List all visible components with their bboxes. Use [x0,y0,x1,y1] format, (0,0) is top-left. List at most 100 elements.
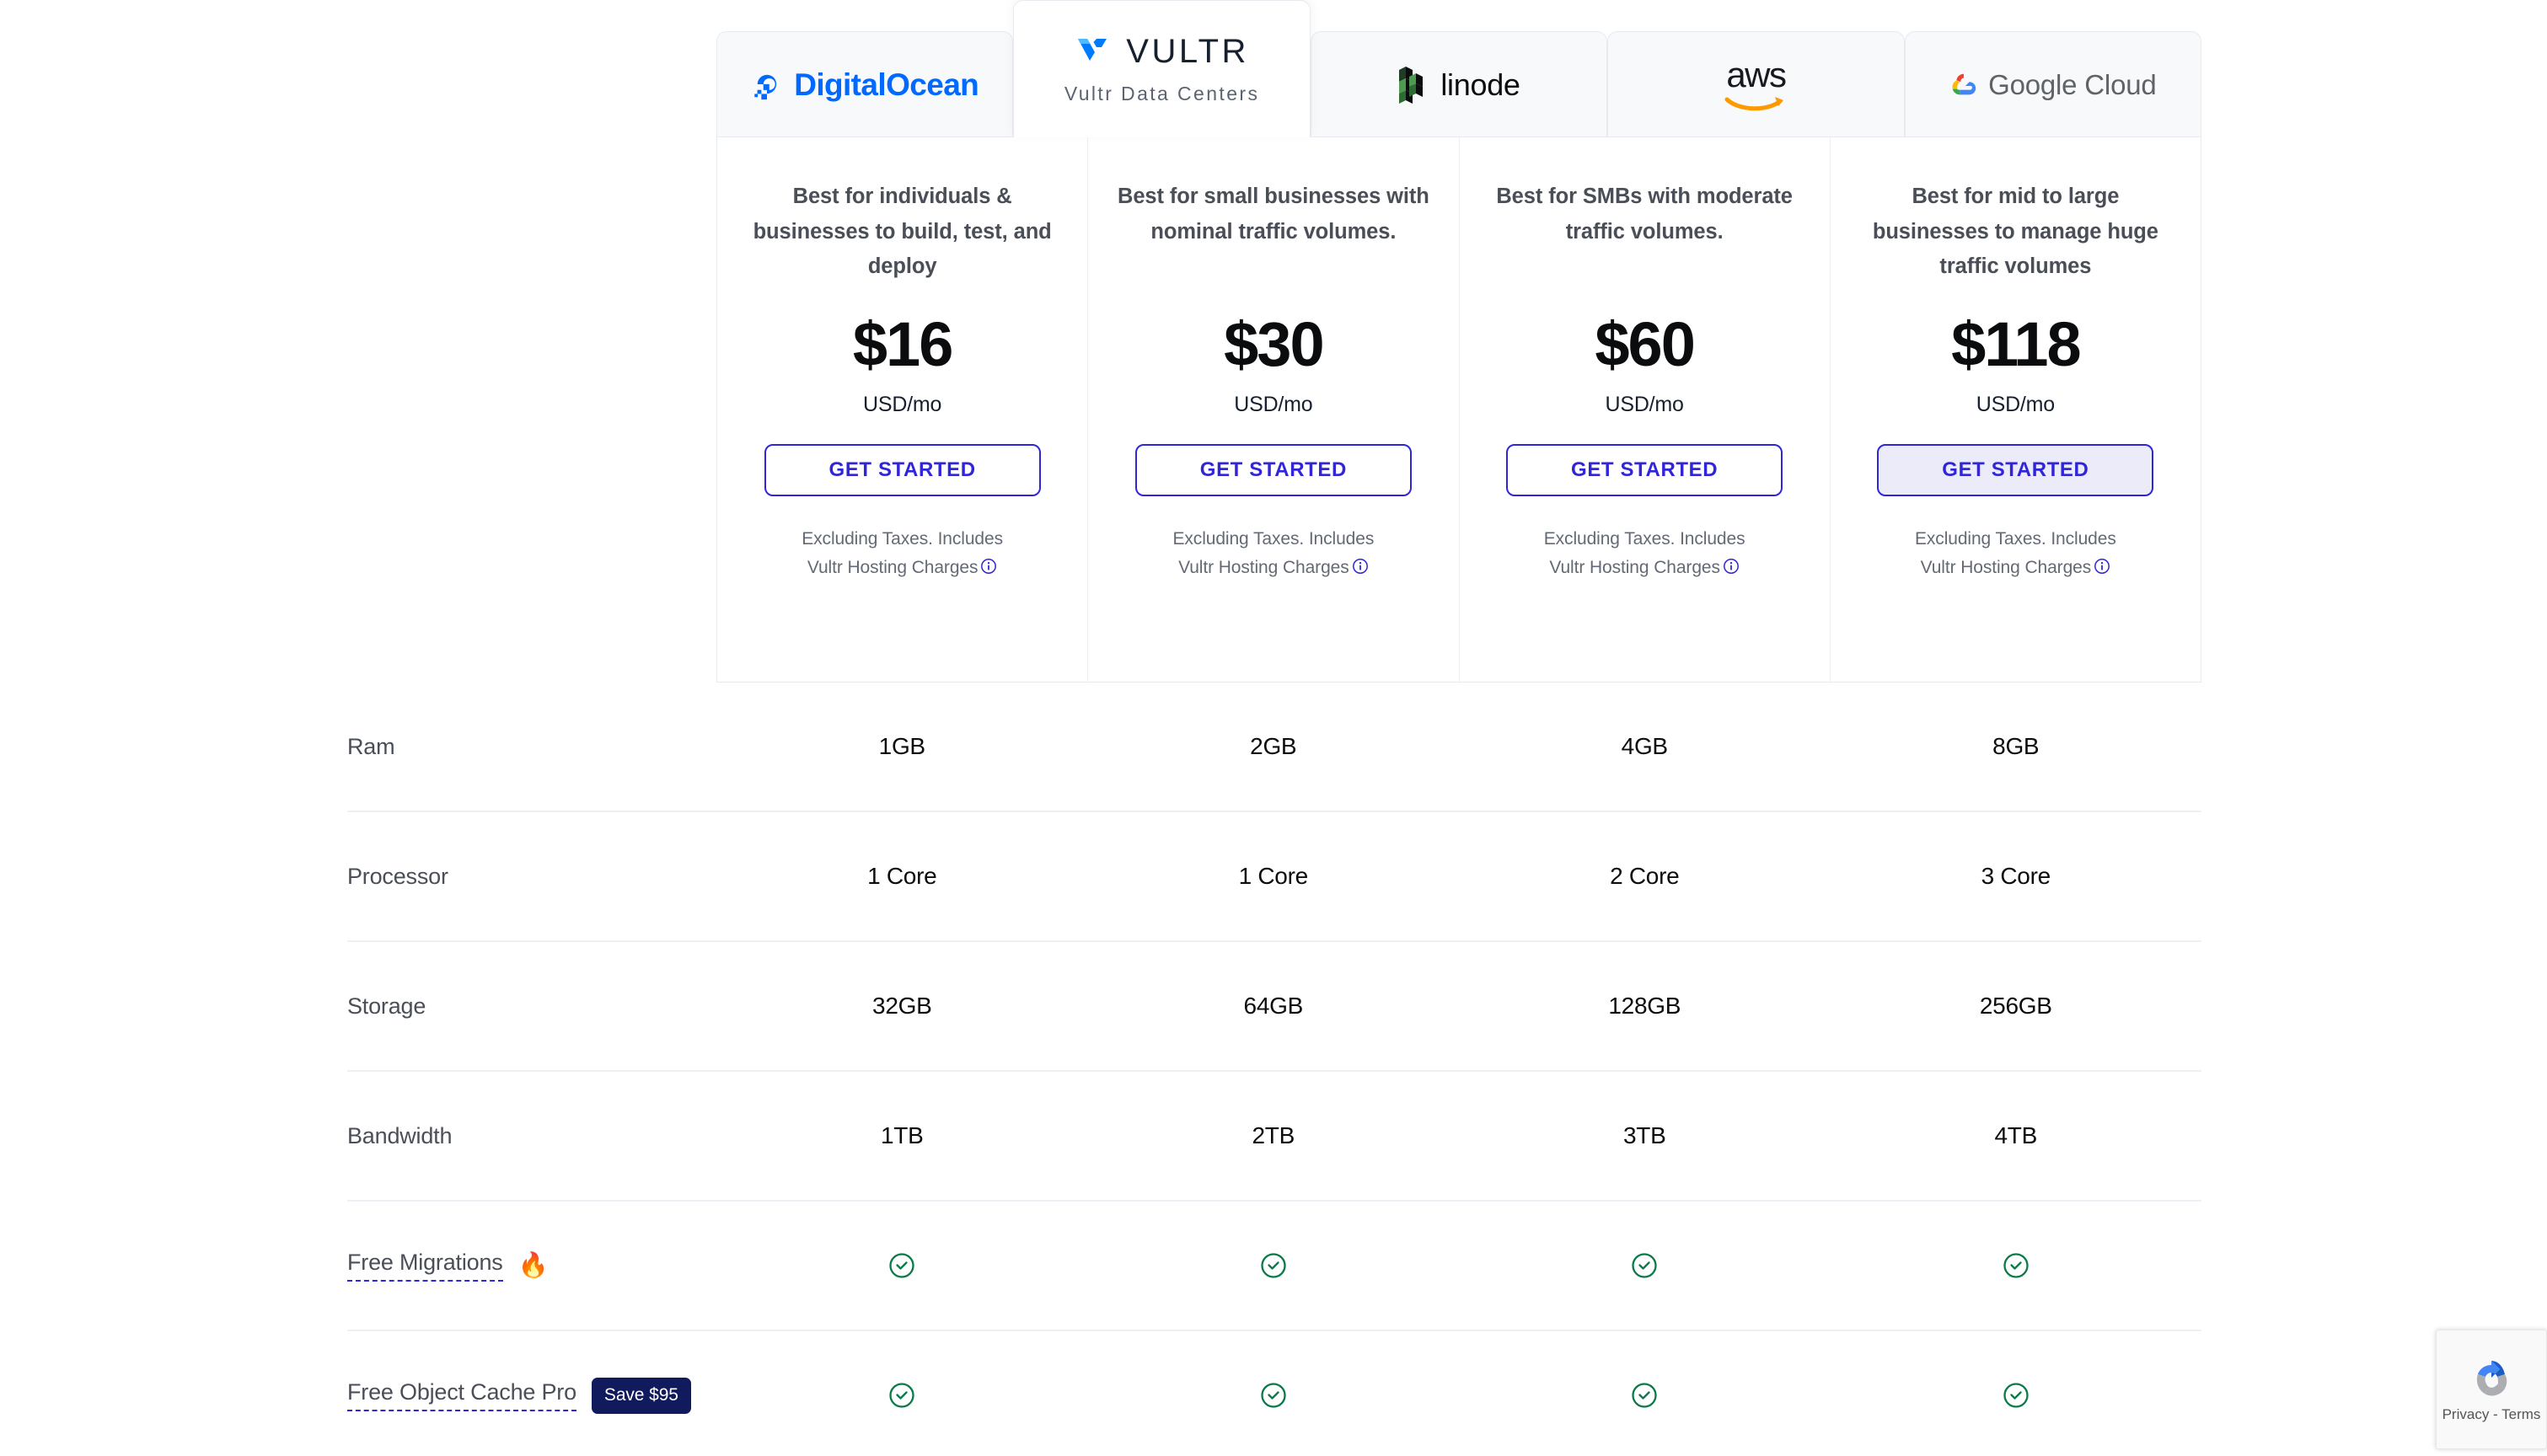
plan-period: USD/mo [1234,393,1313,416]
check-icon [888,1252,915,1279]
table-row: Bandwidth 1TB 2TB 3TB 4TB [347,1072,2201,1202]
table-row: Free Object Cache Pro Save $95 [347,1331,2201,1456]
table-cell: 1GB [878,733,925,759]
spec-comparison-table: Ram 1GB 2GB 4GB 8GB Processor 1 Core 1 C… [347,682,2201,1456]
vultr-icon [1078,38,1107,61]
table-cell [716,1252,1088,1279]
table-row: Processor 1 Core 1 Core 2 Core 3 Core [347,812,2201,942]
plan-period: USD/mo [862,393,942,416]
linode-logo: linode [1397,65,1520,105]
get-started-button[interactable]: GET STARTED [1877,444,2154,496]
table-cell [1088,1382,1460,1409]
plan-note-line1: Excluding Taxes. Includes [802,529,1003,549]
plan-price: $30 [1224,309,1324,379]
plan-note-line1: Excluding Taxes. Includes [1914,529,2116,549]
provider-tabs: DigitalOcean VULTR Vultr Data Centers li… [716,0,2202,137]
info-icon[interactable] [2094,555,2110,584]
plan-note-line1: Excluding Taxes. Includes [1543,529,1745,549]
plan-note: Excluding Taxes. Includes Vultr Hosting … [1172,525,1374,584]
check-icon [2003,1252,2030,1279]
table-cell: 8GB [1992,733,2040,759]
plan-price: $16 [852,309,953,379]
fire-icon: 🔥 [517,1251,549,1279]
check-icon [1631,1252,1658,1279]
save-badge: Save $95 [591,1377,691,1414]
info-icon[interactable] [980,555,997,584]
tab-label-vultr: VULTR [1126,33,1249,70]
plan-price: $118 [1951,309,2082,379]
pricing-comparison-page: DigitalOcean VULTR Vultr Data Centers li… [0,0,2547,1456]
check-icon [2003,1382,2030,1409]
table-cell: 1 Core [1238,863,1309,889]
table-cell: 2 Core [1610,863,1680,889]
row-label-text: Ram [347,733,395,759]
table-cell [1088,1252,1460,1279]
free-object-cache-pro-link[interactable]: Free Object Cache Pro [347,1379,576,1411]
check-icon [888,1382,915,1409]
table-row: Ram 1GB 2GB 4GB 8GB [347,682,2201,812]
check-icon [1260,1382,1287,1409]
plan-column-3: Best for SMBs with moderate traffic volu… [1460,137,1831,682]
plan-price: $60 [1595,309,1695,379]
linode-icon [1399,66,1424,104]
tab-aws[interactable]: aws [1607,31,1905,137]
plan-description: Best for individuals & businesses to bui… [753,185,1052,279]
digitalocean-icon [754,74,777,99]
get-started-button[interactable]: GET STARTED [1506,444,1783,496]
plan-note-line2: Vultr Hosting Charges [1920,558,2092,578]
plan-description: Best for small businesses with nominal t… [1118,185,1429,244]
row-label-text: Storage [347,993,426,1019]
table-cell: 1TB [881,1122,924,1148]
digitalocean-logo: DigitalOcean [751,67,979,103]
tab-sublabel-vultr: Vultr Data Centers [1064,83,1260,104]
tab-label-digitalocean: DigitalOcean [794,67,979,102]
plan-note-line1: Excluding Taxes. Includes [1172,529,1375,549]
row-label-text: Processor [347,863,448,889]
row-label: Free Object Cache Pro Save $95 [347,1377,716,1414]
table-cell: 64GB [1243,993,1304,1019]
table-cell: 128GB [1608,993,1681,1019]
get-started-button[interactable]: GET STARTED [764,444,1041,496]
plan-note: Excluding Taxes. Includes Vultr Hosting … [802,525,1003,584]
tab-digitalocean[interactable]: DigitalOcean [716,31,1014,137]
get-started-button[interactable]: GET STARTED [1134,444,1412,496]
tab-label-google-cloud: Google Cloud [1988,68,2157,100]
recaptcha-icon [2476,1360,2507,1395]
plan-note: Excluding Taxes. Includes Vultr Hosting … [1915,525,2116,584]
recaptcha-badge[interactable]: Privacy - Terms [2436,1330,2547,1449]
plan-description: Best for SMBs with moderate traffic volu… [1496,185,1793,244]
table-cell: 32GB [872,993,932,1019]
google-cloud-icon [1952,73,1976,94]
check-icon [1631,1382,1658,1409]
plan-column-1: Best for individuals & businesses to bui… [717,137,1089,682]
plan-column-4: Best for mid to large businesses to mana… [1831,137,2201,682]
info-icon[interactable] [1723,555,1740,584]
aws-smile-icon [1724,96,1784,110]
table-cell: 3 Core [1981,863,2051,889]
table-cell: 3TB [1623,1122,1666,1148]
info-icon[interactable] [1352,555,1369,584]
pricing-card: Best for individuals & businesses to bui… [716,136,2201,682]
table-cell: 2GB [1250,733,1297,759]
table-cell [1459,1252,1831,1279]
vultr-logo: VULTR [1075,33,1249,71]
plan-period: USD/mo [1976,393,2055,416]
tab-vultr[interactable]: VULTR Vultr Data Centers [1013,0,1311,137]
plan-note-line2: Vultr Hosting Charges [1178,558,1349,578]
aws-logo: aws [1724,54,1787,113]
table-cell: 256GB [1979,993,2052,1019]
recaptcha-privacy-terms[interactable]: Privacy - Terms [2442,1406,2541,1423]
tab-google-cloud[interactable]: Google Cloud [1904,31,2202,137]
row-label: Bandwidth [347,1123,716,1149]
tab-label-linode: linode [1440,67,1520,102]
row-label: Free Migrations 🔥 [347,1250,716,1282]
tab-linode[interactable]: linode [1310,31,1608,137]
tab-label-aws: aws [1726,54,1787,94]
table-cell: 2TB [1252,1122,1295,1148]
table-cell: 4TB [1994,1122,2038,1148]
table-cell: 1 Core [867,863,937,889]
free-migrations-link[interactable]: Free Migrations [347,1250,503,1282]
row-label: Storage [347,993,716,1020]
table-cell: 4GB [1621,733,1668,759]
table-row: Free Migrations 🔥 [347,1202,2201,1331]
